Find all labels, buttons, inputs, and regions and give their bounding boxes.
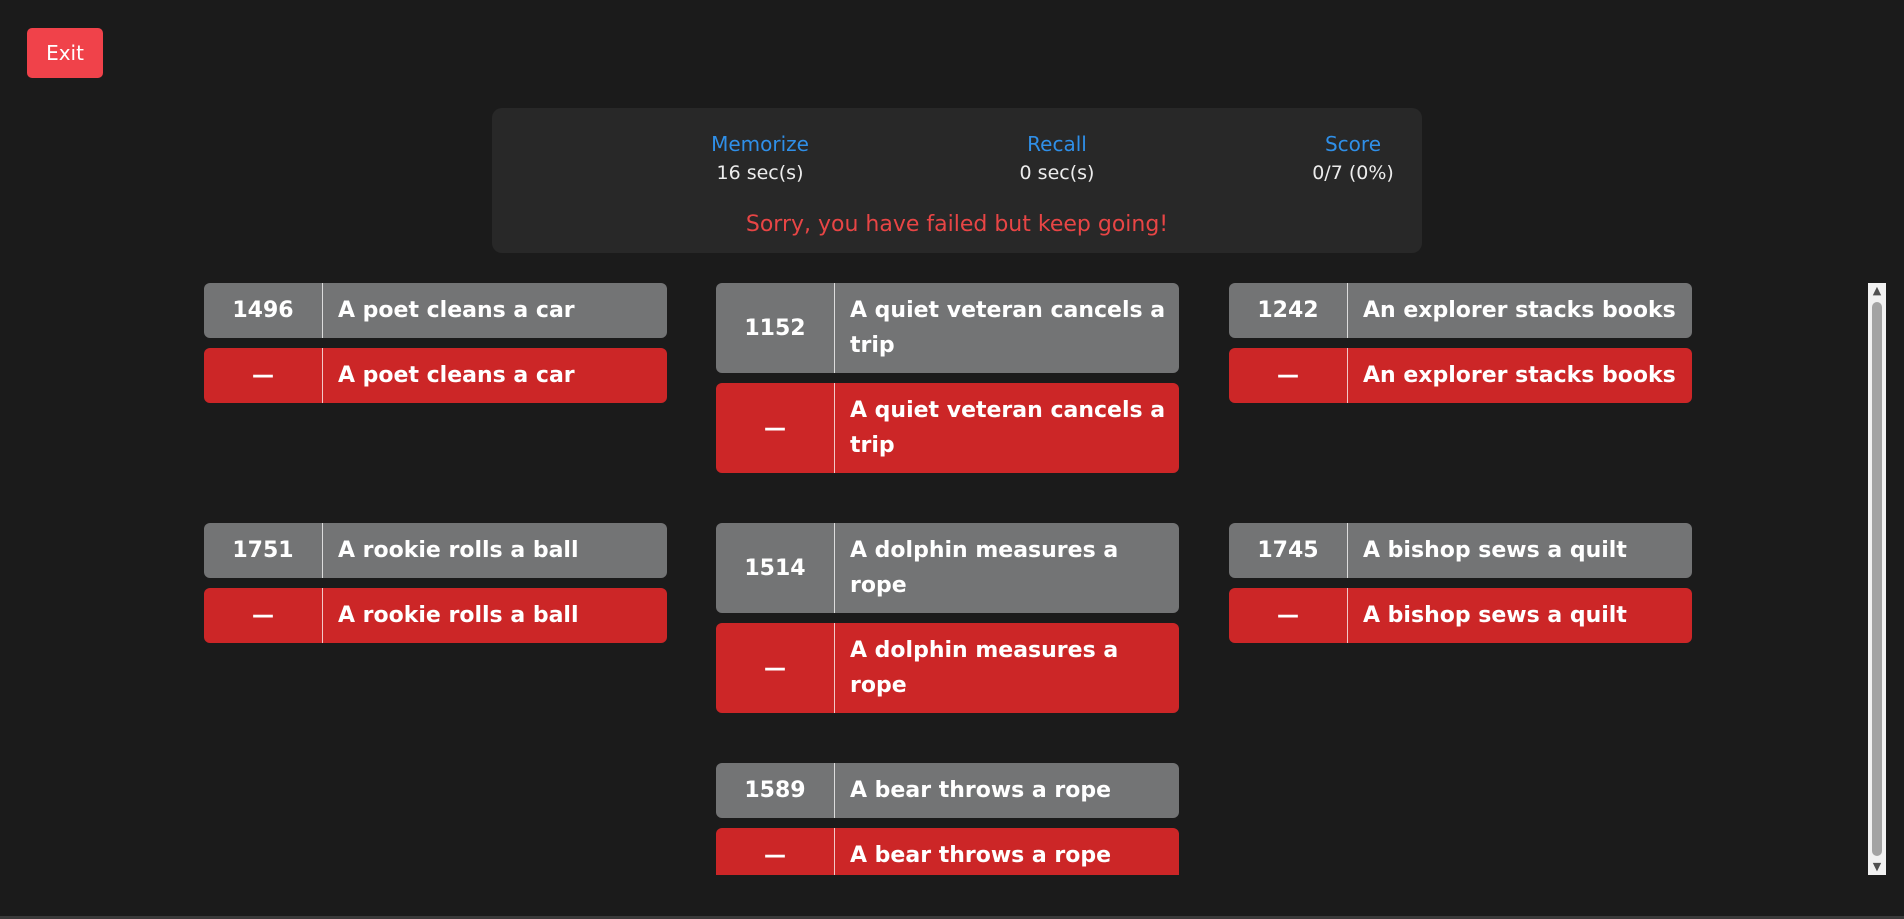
memory-item: 1589 A bear throws a rope — A bear throw… xyxy=(716,763,1179,875)
prompt-text: A bear throws a rope xyxy=(850,778,1112,803)
answer-number: — xyxy=(204,588,323,643)
stat-memorize: Memorize 16 sec(s) xyxy=(660,130,860,188)
prompt-cell: 1751 A rookie rolls a ball xyxy=(204,523,667,578)
answer-cell: — An explorer stacks books xyxy=(1229,348,1692,403)
prompt-cell: 1496 A poet cleans a car xyxy=(204,283,667,338)
stat-recall-label: Recall xyxy=(1027,132,1087,156)
answer-cell: — A quiet veteran cancels a trip xyxy=(716,383,1179,473)
prompt-cell: 1152 A quiet veteran cancels a trip xyxy=(716,283,1179,373)
exit-button[interactable]: Exit xyxy=(27,28,103,78)
prompt-cell: 1242 An explorer stacks books xyxy=(1229,283,1692,338)
answer-text: A bear throws a rope xyxy=(850,843,1112,868)
memory-item: 1514 A dolphin measures a rope — A dolph… xyxy=(716,523,1179,713)
answer-number: — xyxy=(716,383,835,473)
stat-score-label: Score xyxy=(1324,132,1381,156)
prompt-number: 1496 xyxy=(204,283,323,338)
prompt-number: 1745 xyxy=(1229,523,1348,578)
answer-text: A poet cleans a car xyxy=(338,363,575,388)
stat-score: Score 0/7 (0%) xyxy=(1253,130,1453,188)
memory-item: 1242 An explorer stacks books — An explo… xyxy=(1229,283,1692,403)
prompt-cell: 1589 A bear throws a rope xyxy=(716,763,1179,818)
prompt-cell: 1514 A dolphin measures a rope xyxy=(716,523,1179,613)
stat-score-value: 0/7 (0%) xyxy=(1312,162,1394,184)
scrollbar-thumb[interactable] xyxy=(1872,302,1882,856)
answer-number: — xyxy=(204,348,323,403)
stat-recall: Recall 0 sec(s) xyxy=(957,130,1157,188)
memory-item: 1152 A quiet veteran cancels a trip — A … xyxy=(716,283,1179,473)
answer-cell: — A bear throws a rope xyxy=(716,828,1179,875)
vertical-scrollbar[interactable]: ▲ ▼ xyxy=(1868,283,1886,875)
prompt-number: 1514 xyxy=(716,523,835,613)
prompt-text: A dolphin measures a rope xyxy=(850,538,1119,598)
stat-recall-value: 0 sec(s) xyxy=(1019,162,1095,184)
answer-text: A quiet veteran cancels a trip xyxy=(850,398,1166,458)
scroll-up-arrow-icon[interactable]: ▲ xyxy=(1868,283,1886,299)
answer-text: A rookie rolls a ball xyxy=(338,603,579,628)
prompt-number: 1589 xyxy=(716,763,835,818)
answer-cell: — A dolphin measures a rope xyxy=(716,623,1179,713)
stats-panel: Memorize 16 sec(s) Recall 0 sec(s) Score… xyxy=(492,108,1422,253)
stat-memorize-value: 16 sec(s) xyxy=(716,162,804,184)
prompt-text: A poet cleans a car xyxy=(338,298,575,323)
memory-item: 1751 A rookie rolls a ball — A rookie ro… xyxy=(204,523,667,643)
prompt-number: 1751 xyxy=(204,523,323,578)
prompt-text: A quiet veteran cancels a trip xyxy=(850,298,1166,358)
answer-cell: — A rookie rolls a ball xyxy=(204,588,667,643)
prompt-text: An explorer stacks books xyxy=(1363,298,1676,323)
memory-item: 1745 A bishop sews a quilt — A bishop se… xyxy=(1229,523,1692,643)
prompt-number: 1152 xyxy=(716,283,835,373)
fail-message: Sorry, you have failed but keep going! xyxy=(745,212,1169,237)
scroll-down-arrow-icon[interactable]: ▼ xyxy=(1868,859,1886,875)
prompt-cell: 1745 A bishop sews a quilt xyxy=(1229,523,1692,578)
answer-text: An explorer stacks books xyxy=(1363,363,1676,388)
answer-text: A dolphin measures a rope xyxy=(850,638,1119,698)
answer-number: — xyxy=(716,623,835,713)
answer-number: — xyxy=(1229,348,1348,403)
answer-cell: — A bishop sews a quilt xyxy=(1229,588,1692,643)
answer-number: — xyxy=(716,828,835,875)
answer-number: — xyxy=(1229,588,1348,643)
items-viewport[interactable]: 1496 A poet cleans a car — A poet cleans… xyxy=(200,283,1870,875)
prompt-number: 1242 xyxy=(1229,283,1348,338)
prompt-text: A rookie rolls a ball xyxy=(338,538,579,563)
memory-item: 1496 A poet cleans a car — A poet cleans… xyxy=(204,283,667,403)
prompt-text: A bishop sews a quilt xyxy=(1363,538,1627,563)
answer-cell: — A poet cleans a car xyxy=(204,348,667,403)
stat-memorize-label: Memorize xyxy=(711,132,809,156)
answer-text: A bishop sews a quilt xyxy=(1363,603,1627,628)
